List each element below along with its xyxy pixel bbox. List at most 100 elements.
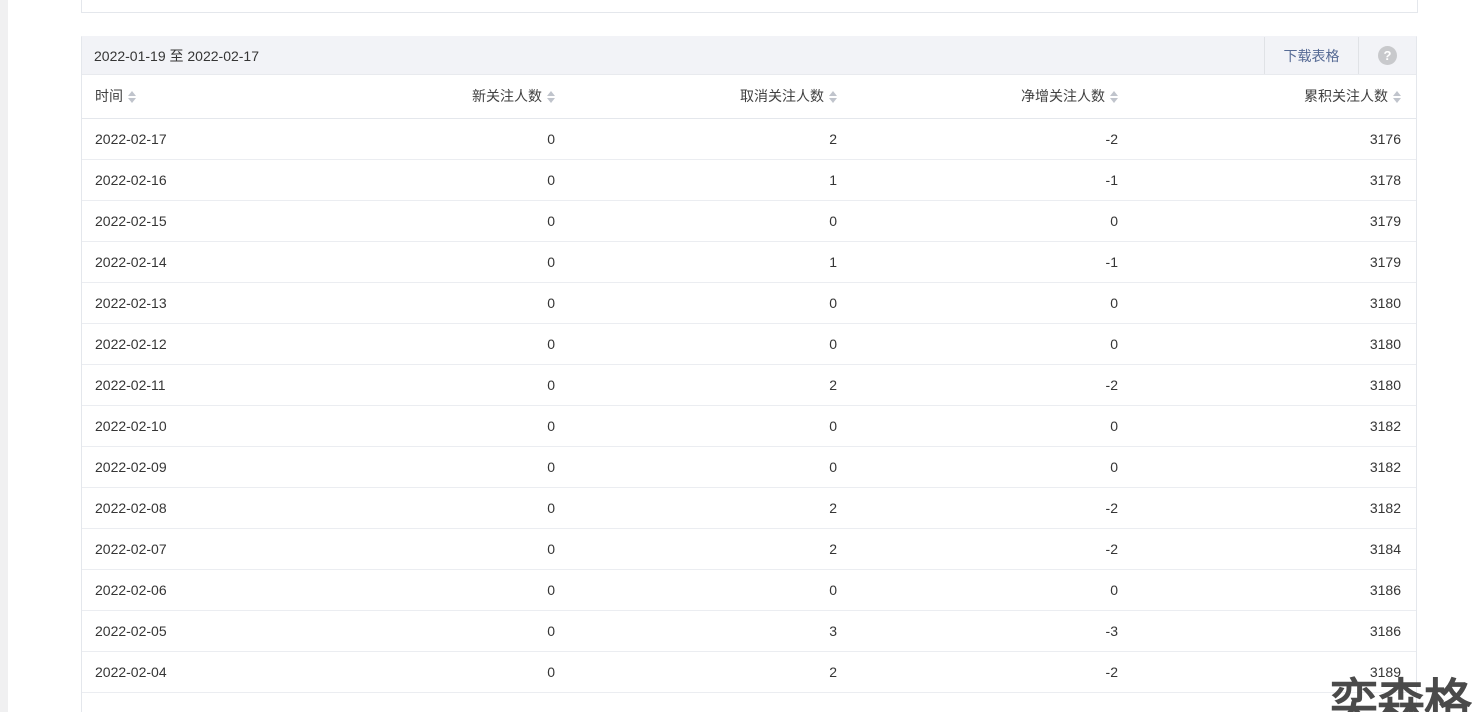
table-row: 2022-02-13 0 0 0 3180 bbox=[82, 282, 1416, 324]
cell-unfollowers: 0 bbox=[555, 282, 837, 324]
cell-net-increase: -2 bbox=[837, 364, 1118, 406]
cell-date: 2022-02-10 bbox=[82, 405, 272, 447]
cell-new-followers: 0 bbox=[272, 200, 555, 242]
followers-stats-table-card: 2022-01-19 至 2022-02-17 下载表格 ? 时间 新关注人数 取消… bbox=[81, 36, 1417, 712]
cell-unfollowers: 2 bbox=[555, 528, 837, 570]
cell-new-followers: 0 bbox=[272, 323, 555, 365]
cell-unfollowers: 0 bbox=[555, 200, 837, 242]
table-row: 2022-02-09 0 0 0 3182 bbox=[82, 446, 1416, 488]
cell-cumulative: 3182 bbox=[1118, 405, 1416, 447]
cell-unfollowers: 3 bbox=[555, 610, 837, 652]
help-button[interactable]: ? bbox=[1359, 37, 1416, 74]
toolbar-actions: 下载表格 ? bbox=[1264, 37, 1416, 74]
table-header: 时间 新关注人数 取消关注人数 净增关注人数 累积关注人数 bbox=[82, 75, 1416, 119]
table-row: 2022-02-14 0 1 -1 3179 bbox=[82, 241, 1416, 283]
cell-net-increase: 0 bbox=[837, 282, 1118, 324]
cell-net-increase: -1 bbox=[837, 241, 1118, 283]
cell-cumulative: 3180 bbox=[1118, 323, 1416, 365]
table-row: 2022-02-10 0 0 0 3182 bbox=[82, 405, 1416, 447]
cell-cumulative: 3179 bbox=[1118, 200, 1416, 242]
cell-unfollowers: 2 bbox=[555, 364, 837, 406]
table-body: 2022-02-17 0 2 -2 3176 2022-02-16 0 1 -1 3178 2022… bbox=[82, 118, 1416, 693]
column-header-label: 净增关注人数 bbox=[1021, 88, 1105, 105]
cell-new-followers: 0 bbox=[272, 118, 555, 160]
cell-unfollowers: 2 bbox=[555, 651, 837, 693]
cell-date: 2022-02-05 bbox=[82, 610, 272, 652]
table-row: 2022-02-11 0 2 -2 3180 bbox=[82, 364, 1416, 406]
column-header-label: 时间 bbox=[95, 88, 123, 105]
cell-new-followers: 0 bbox=[272, 528, 555, 570]
table-row: 2022-02-06 0 0 0 3186 bbox=[82, 569, 1416, 611]
question-mark-icon[interactable]: ? bbox=[1378, 46, 1397, 65]
table-toolbar: 2022-01-19 至 2022-02-17 下载表格 ? bbox=[82, 37, 1416, 75]
table-header-row: 时间 新关注人数 取消关注人数 净增关注人数 累积关注人数 bbox=[82, 75, 1416, 119]
sort-caret-icon[interactable] bbox=[829, 90, 837, 103]
cell-cumulative: 3180 bbox=[1118, 364, 1416, 406]
cell-new-followers: 0 bbox=[272, 610, 555, 652]
cell-unfollowers: 0 bbox=[555, 405, 837, 447]
cell-date: 2022-02-08 bbox=[82, 487, 272, 529]
cell-unfollowers: 1 bbox=[555, 159, 837, 201]
page: 2022-01-19 至 2022-02-17 下载表格 ? 时间 新关注人数 取消… bbox=[0, 0, 1472, 712]
cell-new-followers: 0 bbox=[272, 159, 555, 201]
cell-new-followers: 0 bbox=[272, 282, 555, 324]
date-range-label: 2022-01-19 至 2022-02-17 bbox=[94, 47, 260, 64]
cell-date: 2022-02-07 bbox=[82, 528, 272, 570]
cell-cumulative: 3186 bbox=[1118, 569, 1416, 611]
previous-card-bottom-edge bbox=[81, 0, 1418, 13]
cell-net-increase: -2 bbox=[837, 118, 1118, 160]
page-left-gutter bbox=[0, 0, 8, 712]
cell-unfollowers: 1 bbox=[555, 241, 837, 283]
cell-unfollowers: 2 bbox=[555, 118, 837, 160]
cell-net-increase: 0 bbox=[837, 323, 1118, 365]
cell-net-increase: 0 bbox=[837, 446, 1118, 488]
table-row: 2022-02-04 0 2 -2 3189 bbox=[82, 651, 1416, 693]
cell-net-increase: 0 bbox=[837, 200, 1118, 242]
column-header-3[interactable]: 净增关注人数 bbox=[837, 75, 1118, 119]
sort-caret-icon[interactable] bbox=[128, 90, 136, 103]
column-header-2[interactable]: 取消关注人数 bbox=[555, 75, 837, 119]
watermark-logo-text: 奕森格 bbox=[1330, 676, 1472, 712]
column-header-4[interactable]: 累积关注人数 bbox=[1118, 75, 1416, 119]
cell-date: 2022-02-14 bbox=[82, 241, 272, 283]
table-row: 2022-02-08 0 2 -2 3182 bbox=[82, 487, 1416, 529]
cell-new-followers: 0 bbox=[272, 569, 555, 611]
download-table-button[interactable]: 下载表格 bbox=[1264, 37, 1359, 74]
cell-unfollowers: 0 bbox=[555, 569, 837, 611]
cell-date: 2022-02-06 bbox=[82, 569, 272, 611]
cell-unfollowers: 2 bbox=[555, 487, 837, 529]
cell-cumulative: 3180 bbox=[1118, 282, 1416, 324]
cell-new-followers: 0 bbox=[272, 405, 555, 447]
sort-caret-icon[interactable] bbox=[1393, 90, 1401, 103]
cell-unfollowers: 0 bbox=[555, 323, 837, 365]
table-row: 2022-02-15 0 0 0 3179 bbox=[82, 200, 1416, 242]
column-header-1[interactable]: 新关注人数 bbox=[272, 75, 555, 119]
cell-new-followers: 0 bbox=[272, 364, 555, 406]
cell-cumulative: 3186 bbox=[1118, 610, 1416, 652]
cell-cumulative: 3182 bbox=[1118, 487, 1416, 529]
cell-net-increase: 0 bbox=[837, 569, 1118, 611]
cell-net-increase: 0 bbox=[837, 405, 1118, 447]
sort-caret-icon[interactable] bbox=[547, 90, 555, 103]
table-row: 2022-02-07 0 2 -2 3184 bbox=[82, 528, 1416, 570]
cell-date: 2022-02-11 bbox=[82, 364, 272, 406]
cell-cumulative: 3182 bbox=[1118, 446, 1416, 488]
cell-date: 2022-02-16 bbox=[82, 159, 272, 201]
cell-net-increase: -2 bbox=[837, 487, 1118, 529]
table-row: 2022-02-12 0 0 0 3180 bbox=[82, 323, 1416, 365]
cell-net-increase: -2 bbox=[837, 528, 1118, 570]
cell-cumulative: 3184 bbox=[1118, 528, 1416, 570]
column-header-0[interactable]: 时间 bbox=[82, 75, 272, 119]
cell-cumulative: 3176 bbox=[1118, 118, 1416, 160]
cell-net-increase: -3 bbox=[837, 610, 1118, 652]
cell-net-increase: -1 bbox=[837, 159, 1118, 201]
cell-date: 2022-02-12 bbox=[82, 323, 272, 365]
cell-cumulative: 3179 bbox=[1118, 241, 1416, 283]
cell-date: 2022-02-13 bbox=[82, 282, 272, 324]
column-header-label: 新关注人数 bbox=[472, 88, 542, 105]
cell-date: 2022-02-04 bbox=[82, 651, 272, 693]
cell-new-followers: 0 bbox=[272, 241, 555, 283]
cell-new-followers: 0 bbox=[272, 651, 555, 693]
cell-new-followers: 0 bbox=[272, 446, 555, 488]
sort-caret-icon[interactable] bbox=[1110, 90, 1118, 103]
